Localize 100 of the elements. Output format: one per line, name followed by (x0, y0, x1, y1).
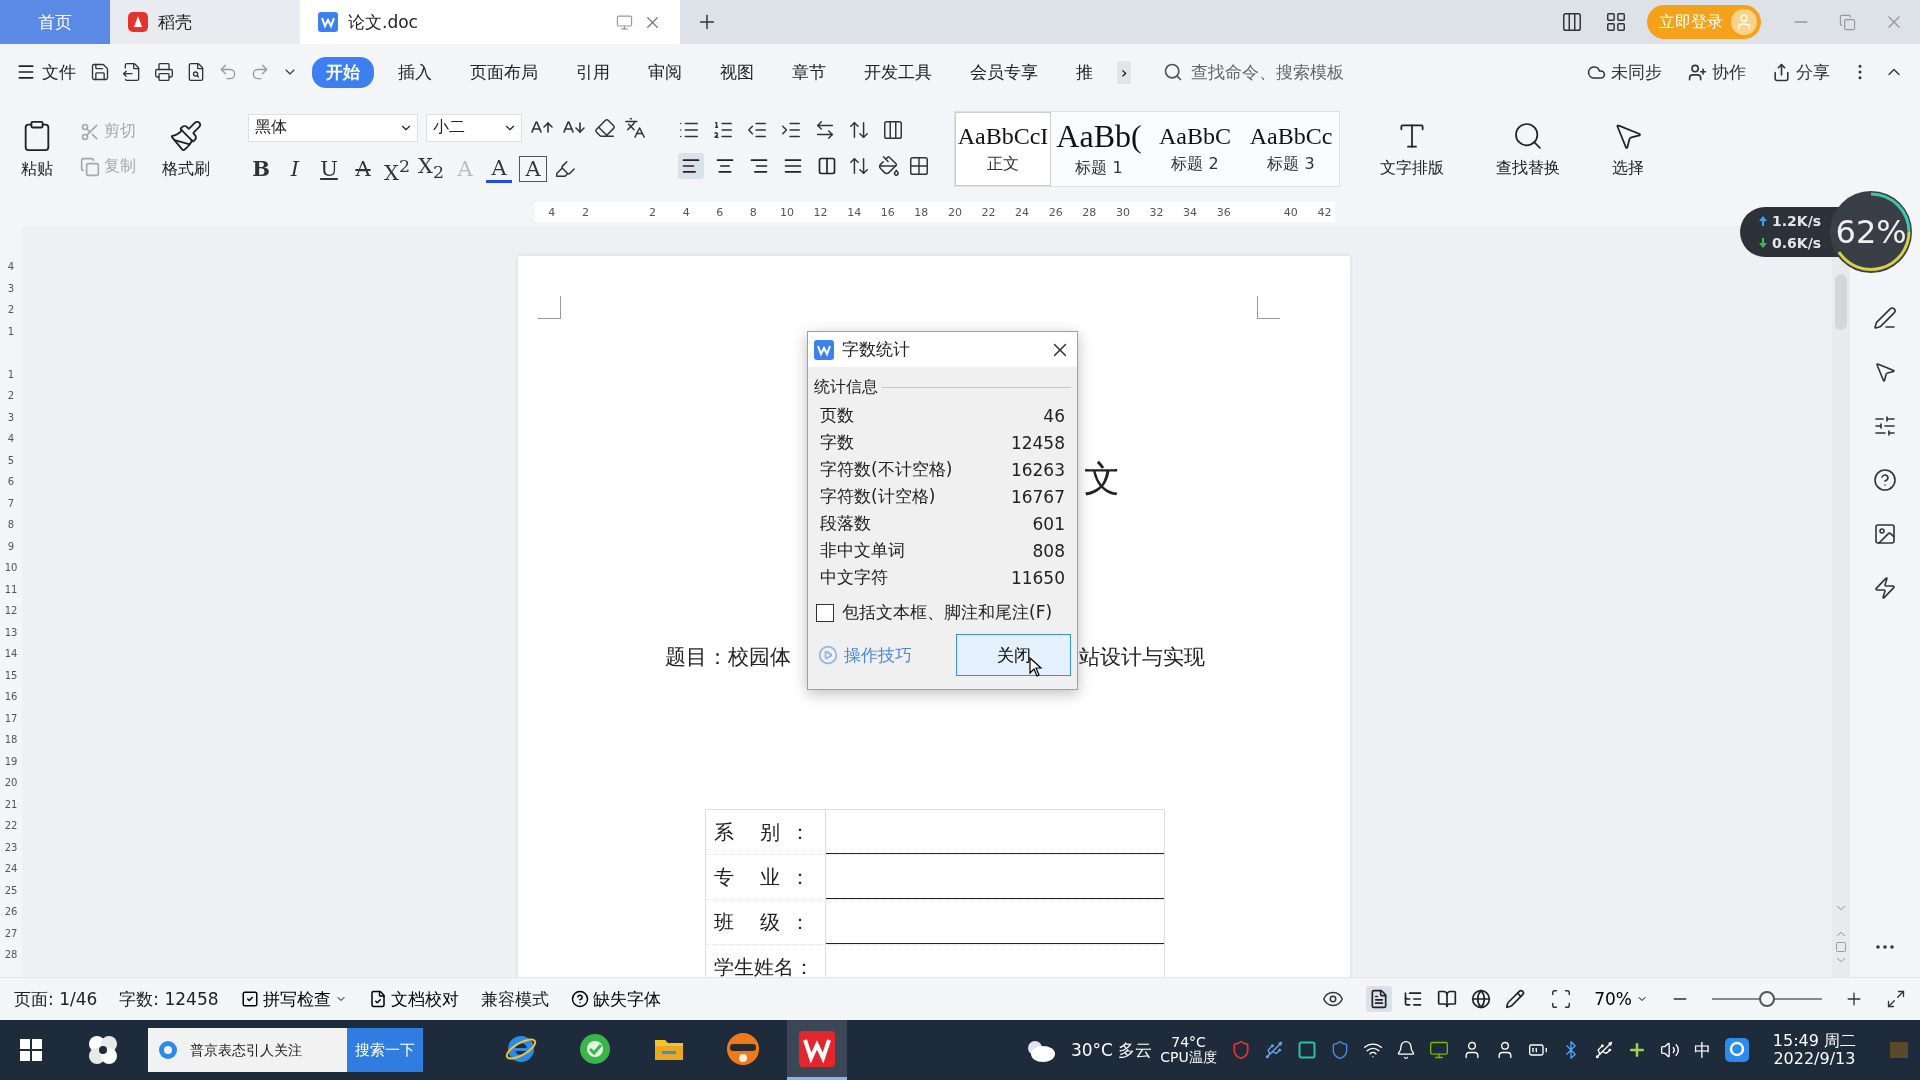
text-direction-icon[interactable] (814, 119, 836, 141)
style-item[interactable]: AaBbC 标题 2 (1147, 112, 1243, 186)
browser-icon[interactable] (578, 1031, 612, 1066)
menu-tab[interactable]: 开始 (312, 56, 374, 88)
align-button[interactable] (678, 153, 704, 179)
print-icon[interactable] (154, 62, 174, 82)
format-button[interactable]: X$_{2}$ (418, 153, 444, 185)
stat-value: 11650 (1010, 567, 1065, 588)
input-method[interactable]: 中 (1693, 1038, 1711, 1062)
ruler-number: 28 (1081, 205, 1098, 219)
menu-tab[interactable]: 审阅 (634, 56, 696, 88)
save-icon[interactable] (90, 62, 110, 82)
monitor-icon[interactable] (1428, 1040, 1449, 1060)
file-menu[interactable]: 文件 (16, 60, 76, 84)
menu-tab[interactable]: 推 (1062, 56, 1107, 88)
font-select[interactable]: 黑体 (248, 113, 418, 142)
usb-icon[interactable] (1263, 1040, 1284, 1060)
align-justify-icon (783, 156, 803, 176)
monitor-icon[interactable] (616, 13, 633, 31)
zoom-select[interactable]: 70% (1594, 989, 1648, 1009)
format-painter-button[interactable]: 格式刷 (156, 117, 216, 181)
borders-icon[interactable] (908, 155, 930, 177)
style-item[interactable]: AaBb( 标题 1 (1051, 112, 1147, 186)
mascot-icon[interactable] (725, 1030, 761, 1067)
toolbar-action[interactable]: 未同步 (1581, 59, 1668, 85)
redo-icon[interactable] (250, 62, 270, 82)
chat-app-icon[interactable] (1724, 1038, 1749, 1062)
image-icon[interactable] (1873, 522, 1897, 546)
numbered-list-icon[interactable] (712, 119, 734, 141)
more-tabs-button[interactable]: › (1117, 60, 1132, 84)
windows-logo-icon[interactable] (20, 1039, 42, 1061)
ribbon-tool[interactable]: 查找替换 (1490, 118, 1566, 180)
tab[interactable]: 稻壳 (110, 0, 300, 44)
menu-tab[interactable]: 页面布局 (456, 56, 552, 88)
missing-fonts-button[interactable]: 缺失字体 (570, 987, 661, 1011)
menu-tab[interactable]: 开发工具 (850, 56, 946, 88)
shading-icon[interactable] (878, 155, 900, 177)
proofread-button[interactable]: 文档校对 (368, 987, 459, 1011)
search-field[interactable]: 查找命令、搜索模板 (1163, 61, 1414, 83)
menu-tab[interactable]: 视图 (706, 56, 768, 88)
undo-icon[interactable] (218, 62, 238, 82)
table-tools-icon[interactable] (882, 119, 904, 141)
include-checkbox[interactable]: 包括文本框、脚注和尾注(F) (808, 591, 1077, 624)
menu-tab[interactable]: 引用 (562, 56, 624, 88)
w-logo-icon[interactable] (799, 1030, 835, 1067)
section-title: 统计信息 (814, 377, 878, 398)
highlighter-icon[interactable] (554, 158, 576, 180)
export-icon[interactable] (122, 62, 142, 82)
format-button[interactable]: A (350, 157, 376, 181)
search-field[interactable]: 普京表态引人关注 搜索一下 (148, 1028, 423, 1072)
menu-tab[interactable]: 会员专享 (956, 56, 1052, 88)
line-spacing-icon[interactable] (848, 155, 870, 177)
document-logo-icon (814, 339, 834, 360)
format-button[interactable]: U (316, 157, 342, 181)
pen-icon[interactable] (1873, 306, 1897, 330)
format-button[interactable]: A (486, 155, 512, 183)
format-button[interactable]: X$^{2}$ (384, 153, 410, 185)
eraser-icon[interactable] (594, 116, 616, 139)
volume-icon[interactable] (1659, 1040, 1680, 1060)
pinwheel-icon[interactable] (86, 1033, 120, 1067)
search-button[interactable]: 搜索一下 (347, 1028, 423, 1072)
usb-icon[interactable] (1593, 1040, 1614, 1060)
bell-icon[interactable] (1395, 1040, 1416, 1060)
fullscreen-icon[interactable] (1886, 989, 1906, 1009)
style-item[interactable]: AaBbCcI 正文 (955, 112, 1051, 186)
toolbar-action[interactable]: 协作 (1682, 59, 1752, 85)
bolt-icon[interactable] (1873, 576, 1897, 600)
size-select[interactable]: 小二 (426, 113, 522, 142)
close-button[interactable]: 关闭 (956, 634, 1071, 676)
sort-icon[interactable] (848, 119, 870, 141)
stat-value: 601 (1032, 513, 1065, 534)
app-square-icon[interactable] (1296, 1040, 1317, 1060)
ruler-number: 30 (1114, 205, 1131, 219)
ruler-number: 18 (913, 205, 930, 219)
spell-check-button[interactable]: 拼写检查 (240, 987, 347, 1011)
paste-button[interactable]: 粘贴 (14, 117, 60, 181)
pinyin-icon[interactable] (624, 116, 646, 139)
format-button[interactable]: A (520, 157, 546, 181)
tab[interactable]: 论文.doc (300, 0, 680, 44)
ribbon-tool[interactable]: 文字排版 (1374, 118, 1450, 180)
compat-mode: 兼容模式 (480, 987, 549, 1011)
preview-icon[interactable] (186, 62, 206, 82)
grid-icon[interactable] (1605, 11, 1627, 33)
checkbox-icon (240, 990, 259, 1008)
cpu-temp-label: CPU温度 (1160, 1050, 1217, 1066)
ribbon-tool[interactable]: 选择 (1606, 118, 1650, 180)
pointer-icon[interactable] (1873, 360, 1897, 384)
view-button[interactable] (1366, 986, 1393, 1012)
taskbar-app[interactable] (787, 1020, 847, 1080)
layout-icon[interactable] (1561, 11, 1583, 33)
menu-tab[interactable]: 插入 (384, 56, 446, 88)
help-icon[interactable] (1873, 468, 1897, 492)
toolbar-action[interactable]: 分享 (1766, 59, 1836, 85)
sliders-icon[interactable] (1873, 414, 1897, 438)
fit-page-icon[interactable] (1550, 988, 1573, 1010)
menu-tab[interactable]: 章节 (778, 56, 840, 88)
style-item[interactable]: AaBbCc 标题 3 (1243, 112, 1339, 186)
format-button[interactable]: B (248, 157, 274, 181)
ruler-number: 24 (3, 862, 19, 876)
format-button[interactable]: I (282, 157, 308, 181)
